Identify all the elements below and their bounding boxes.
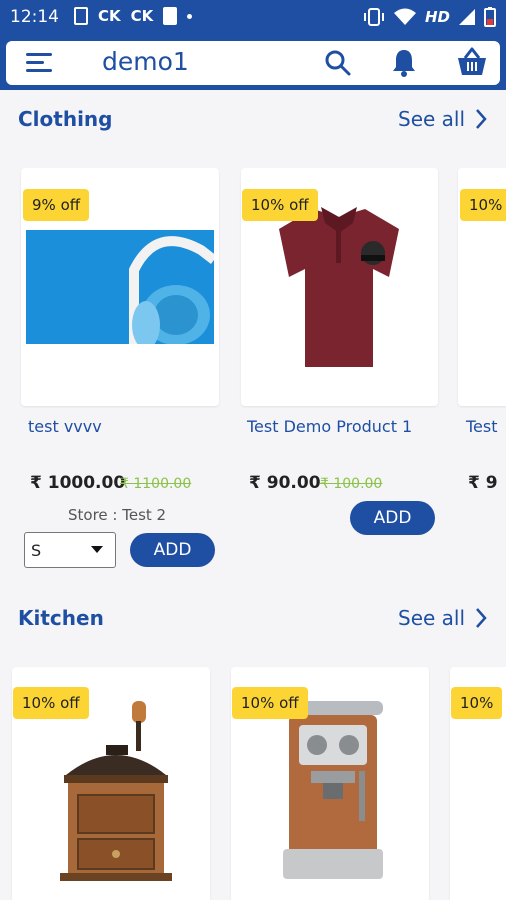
discount-badge: 10% off bbox=[242, 189, 318, 221]
product-name[interactable]: test vvvv bbox=[28, 417, 102, 436]
battery-icon bbox=[484, 7, 496, 27]
product-price: ₹ 1000.00 bbox=[30, 473, 126, 493]
more-notifications-icon bbox=[187, 13, 193, 19]
product-name[interactable]: Test Demo Product 1 bbox=[247, 417, 412, 436]
see-all-kitchen-link[interactable]: See all bbox=[398, 606, 487, 630]
discount-badge: 10% bbox=[460, 189, 506, 221]
product-price: ₹ 9 bbox=[468, 473, 498, 493]
vibrate-icon bbox=[363, 8, 384, 26]
product-card-partial[interactable]: 10% bbox=[458, 168, 506, 406]
add-button[interactable]: ADD bbox=[350, 501, 435, 535]
status-time: 12:14 bbox=[10, 7, 59, 27]
store-label: Store : Test 2 bbox=[68, 506, 167, 524]
product-image-headphones bbox=[26, 230, 214, 344]
product-card-coffee-grinder[interactable]: 10% off bbox=[12, 667, 210, 900]
add-button[interactable]: ADD bbox=[130, 533, 215, 567]
product-image-coffee-grinder bbox=[60, 701, 172, 881]
product-image-espresso-machine bbox=[283, 701, 383, 879]
section-title-clothing: Clothing bbox=[18, 107, 113, 131]
app-title: demo1 bbox=[102, 47, 189, 76]
shopping-basket-icon[interactable] bbox=[456, 46, 488, 78]
see-all-label: See all bbox=[398, 107, 466, 131]
wifi-icon bbox=[393, 8, 416, 25]
discount-badge: 9% off bbox=[23, 189, 90, 221]
product-card-espresso-machine[interactable]: 10% off bbox=[231, 667, 429, 900]
network-type-label: HD bbox=[424, 8, 450, 26]
chevron-right-icon bbox=[476, 608, 487, 628]
discount-badge: 10% off bbox=[13, 687, 89, 719]
hamburger-menu-icon[interactable] bbox=[26, 53, 54, 73]
chevron-right-icon bbox=[476, 109, 487, 129]
bell-icon[interactable] bbox=[391, 48, 417, 78]
size-select-value: S bbox=[31, 541, 42, 560]
size-select[interactable]: S bbox=[24, 532, 116, 568]
product-card-partial[interactable]: 10% bbox=[450, 667, 506, 900]
see-all-clothing-link[interactable]: See all bbox=[398, 107, 487, 131]
discount-badge: 10% bbox=[451, 687, 503, 719]
notification-app-icon bbox=[74, 7, 88, 25]
product-card-test-vvvv[interactable]: 9% off bbox=[21, 168, 219, 406]
carrier-1-label: CK bbox=[98, 7, 121, 25]
product-card-test-demo-product-1[interactable]: 10% off bbox=[241, 168, 438, 406]
section-title-kitchen: Kitchen bbox=[18, 606, 104, 630]
product-name[interactable]: Test bbox=[466, 417, 498, 436]
status-right-icons: HD bbox=[363, 7, 496, 27]
product-price: ₹ 90.00 bbox=[249, 473, 321, 493]
product-image-polo-shirt bbox=[279, 207, 399, 367]
search-icon[interactable] bbox=[324, 49, 352, 77]
status-left-icons: CK CK bbox=[74, 7, 193, 25]
see-all-label: See all bbox=[398, 606, 466, 630]
product-original-price: ₹ 100.00 bbox=[320, 476, 383, 492]
status-bar: 12:14 CK CK HD bbox=[0, 0, 506, 36]
app-bar: demo1 bbox=[6, 41, 500, 85]
signal-icon bbox=[459, 9, 475, 25]
sd-card-icon bbox=[163, 7, 178, 25]
carrier-2-label: CK bbox=[130, 7, 154, 25]
discount-badge: 10% off bbox=[232, 687, 308, 719]
product-original-price: ₹ 1100.00 bbox=[120, 476, 192, 492]
caret-down-icon bbox=[91, 546, 103, 553]
